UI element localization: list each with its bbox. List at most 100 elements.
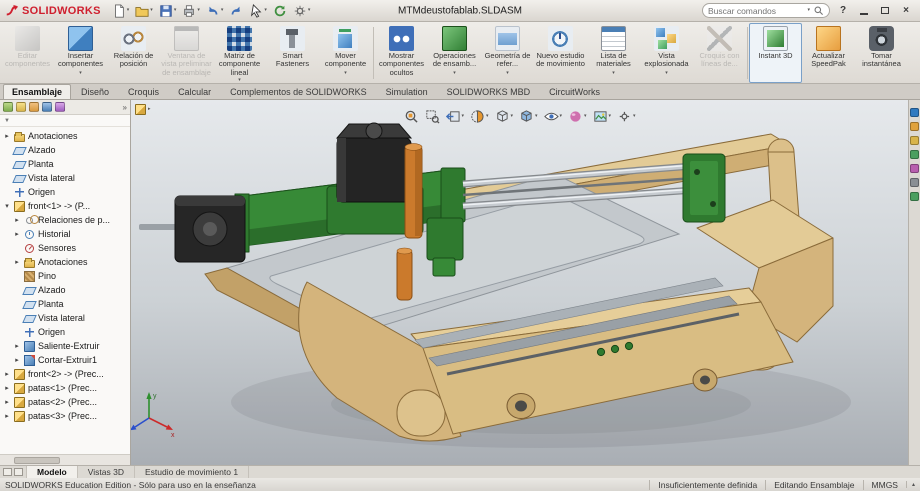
- show-hidden-button[interactable]: Mostrar componentes ocultos: [375, 23, 428, 83]
- select-button[interactable]: ▾: [247, 3, 269, 19]
- editing-mode[interactable]: Editando Ensamblaje: [765, 479, 862, 490]
- tab-croquis[interactable]: Croquis: [119, 84, 168, 99]
- statusbar-expand-icon[interactable]: ▴: [905, 481, 920, 488]
- tree-item-front-2-prec[interactable]: ▸ front<2> -> (Prec...: [0, 367, 130, 381]
- help-button[interactable]: ?: [836, 4, 850, 18]
- tree-item-pino[interactable]: Pino: [0, 269, 130, 283]
- design-library-icon[interactable]: [910, 122, 919, 131]
- search-input[interactable]: [708, 5, 805, 16]
- tree-item-planta[interactable]: Planta: [0, 297, 130, 311]
- tree-item-alzado[interactable]: Alzado: [0, 283, 130, 297]
- linear-pattern-button[interactable]: Matriz de componente lineal ▾: [213, 23, 266, 83]
- motion-study-button[interactable]: Nuevo estudio de movimiento: [534, 23, 587, 83]
- tree-item-origen[interactable]: Origen: [0, 325, 130, 339]
- expand-arrow-icon[interactable]: ▸: [13, 342, 21, 350]
- tree-item-patas-1-prec[interactable]: ▸ patas<1> (Prec...: [0, 381, 130, 395]
- zoom-to-area-button[interactable]: [423, 108, 440, 125]
- redo-button[interactable]: [227, 3, 245, 19]
- solidworks-resources-icon[interactable]: [910, 108, 919, 117]
- section-view-button[interactable]: ▾: [469, 108, 490, 125]
- featuremanager-tab-icon[interactable]: [3, 102, 13, 112]
- document-recovery-icon[interactable]: [910, 192, 919, 201]
- panel-flyout-arrow-icon[interactable]: ▼: [4, 118, 10, 124]
- expand-arrow-icon[interactable]: ▸: [3, 398, 11, 406]
- snapshot-button[interactable]: Tomar instantánea: [855, 23, 908, 83]
- expand-arrow-icon[interactable]: ▸: [3, 384, 11, 392]
- panel-tabs-overflow-icon[interactable]: »: [123, 103, 127, 112]
- tab-simulation[interactable]: Simulation: [377, 84, 437, 99]
- assembly-features-button[interactable]: Operaciones de ensamb... ▾: [428, 23, 481, 83]
- expand-arrow-icon[interactable]: ▸: [3, 412, 11, 420]
- tab-vistas-3d[interactable]: Vistas 3D: [78, 466, 135, 478]
- options-button[interactable]: ▾: [291, 3, 313, 19]
- tree-item-cortar-extruir1[interactable]: ▸ Cortar-Extruir1: [0, 353, 130, 367]
- propertymanager-tab-icon[interactable]: [16, 102, 26, 112]
- tab-diseno[interactable]: Diseño: [72, 84, 118, 99]
- tree-item-anotaciones[interactable]: ▸ Anotaciones: [0, 255, 130, 269]
- tree-item-origen[interactable]: Origen: [0, 185, 130, 199]
- tree-item-front-1-p[interactable]: ▾ front<1> -> (P...: [0, 199, 130, 213]
- tree-item-sensores[interactable]: Sensores: [0, 241, 130, 255]
- expand-arrow-icon[interactable]: ▸: [3, 132, 11, 140]
- mate-button[interactable]: Relación de posición: [107, 23, 160, 83]
- view-orientation-button[interactable]: ▾: [493, 108, 514, 125]
- minimize-button[interactable]: [857, 4, 871, 18]
- scrollbar-thumb[interactable]: [14, 457, 60, 464]
- expand-arrow-icon[interactable]: ▸: [3, 370, 11, 378]
- tab-split-icon[interactable]: [14, 468, 23, 476]
- file-explorer-icon[interactable]: [910, 136, 919, 145]
- hide-show-items-button[interactable]: ▾: [543, 108, 564, 125]
- tab-complementos-de-solidworks[interactable]: Complementos de SOLIDWORKS: [221, 84, 376, 99]
- maximize-button[interactable]: [878, 4, 892, 18]
- dimxpertmanager-tab-icon[interactable]: [42, 102, 52, 112]
- previous-view-button[interactable]: ▾: [444, 108, 465, 125]
- tree-item-patas-2-prec[interactable]: ▸ patas<2> (Prec...: [0, 395, 130, 409]
- tab-circuitworks[interactable]: CircuitWorks: [540, 84, 609, 99]
- view-settings-button[interactable]: ▾: [616, 108, 637, 125]
- tab-calcular[interactable]: Calcular: [169, 84, 220, 99]
- print-button[interactable]: ▾: [180, 3, 202, 19]
- search-icon[interactable]: [813, 5, 824, 16]
- expand-arrow-icon[interactable]: ▸: [13, 230, 21, 238]
- insert-components-button[interactable]: Insertar componentes ▾: [54, 23, 107, 83]
- tree-item-alzado[interactable]: Alzado: [0, 143, 130, 157]
- expand-arrow-icon[interactable]: ▾: [3, 202, 11, 210]
- move-component-button[interactable]: Mover componente ▾: [319, 23, 372, 83]
- view-palette-icon[interactable]: [910, 150, 919, 159]
- apply-scene-button[interactable]: ▾: [592, 108, 613, 125]
- tab-solidworks-mbd[interactable]: SOLIDWORKS MBD: [438, 84, 540, 99]
- tab-estudio-de-movimiento-1[interactable]: Estudio de movimiento 1: [135, 466, 250, 478]
- tree-item-patas-3-prec[interactable]: ▸ patas<3> (Prec...: [0, 409, 130, 423]
- undo-button[interactable]: ▾: [204, 3, 226, 19]
- tab-ensamblaje[interactable]: Ensamblaje: [3, 84, 72, 99]
- tree-item-historial[interactable]: ▸ Historial: [0, 227, 130, 241]
- zoom-to-fit-button[interactable]: [402, 108, 419, 125]
- panel-filter-row[interactable]: ▼: [0, 115, 130, 127]
- configurationmanager-tab-icon[interactable]: [29, 102, 39, 112]
- tab-list-icon[interactable]: [3, 468, 12, 476]
- displaymanager-tab-icon[interactable]: [55, 102, 65, 112]
- save-button[interactable]: ▾: [157, 3, 179, 19]
- expand-arrow-icon[interactable]: ▸: [13, 356, 21, 364]
- reference-geometry-button[interactable]: Geometría de refer... ▾: [481, 23, 534, 83]
- tree-item-vista-lateral[interactable]: Vista lateral: [0, 171, 130, 185]
- edit-appearance-button[interactable]: ▾: [567, 108, 588, 125]
- search-dropdown-caret-icon[interactable]: ▾: [807, 8, 810, 13]
- speedpak-button[interactable]: Actualizar SpeedPak: [802, 23, 855, 83]
- appearances-scenes-icon[interactable]: [910, 164, 919, 173]
- instant3d-button[interactable]: Instant 3D: [749, 23, 802, 83]
- expand-arrow-icon[interactable]: ▸: [13, 216, 21, 224]
- exploded-view-button[interactable]: Vista explosionada ▾: [640, 23, 693, 83]
- tab-modelo[interactable]: Modelo: [27, 466, 78, 478]
- command-search[interactable]: ▾: [702, 3, 830, 18]
- rebuild-button[interactable]: [271, 3, 289, 19]
- expand-arrow-icon[interactable]: ▸: [13, 258, 21, 266]
- tree-horizontal-scrollbar[interactable]: [0, 454, 130, 465]
- tree-item-anotaciones[interactable]: ▸ Anotaciones: [0, 129, 130, 143]
- tree-item-planta[interactable]: Planta: [0, 157, 130, 171]
- smart-fasteners-button[interactable]: Smart Fasteners: [266, 23, 319, 83]
- tree-item-relaciones-de-p[interactable]: ▸ Relaciones de p...: [0, 213, 130, 227]
- flyout-tree-handle[interactable]: ▸: [135, 104, 151, 115]
- units-selector[interactable]: MMGS: [862, 479, 906, 490]
- tree-item-saliente-extruir[interactable]: ▸ Saliente-Extruir: [0, 339, 130, 353]
